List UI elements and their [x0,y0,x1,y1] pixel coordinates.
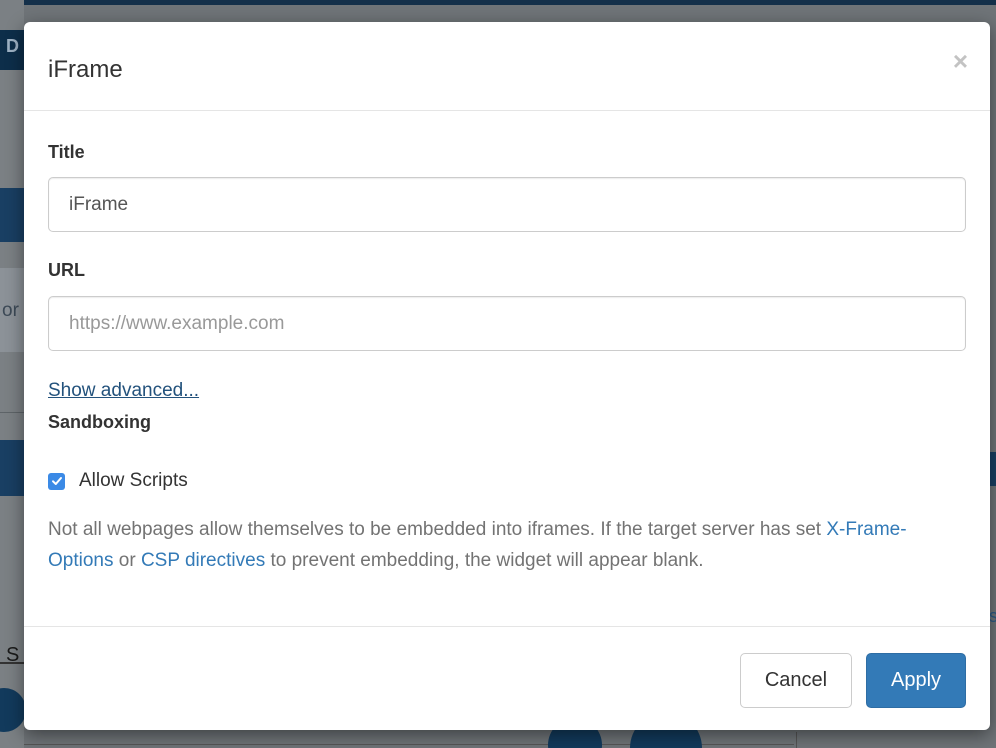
background-fragment-text: or [2,300,19,321]
checkmark-icon [51,477,62,485]
title-input[interactable] [48,177,966,232]
csp-directives-link[interactable]: CSP directives [141,550,265,571]
title-label: Title [48,142,85,162]
close-icon[interactable]: × [953,48,968,74]
background-right-block [990,452,996,486]
background-divider [0,412,24,413]
modal-footer: Cancel Apply [24,626,990,730]
background-right-fragment: s [989,606,996,626]
show-advanced-link[interactable]: Show advanced... [48,380,199,402]
allow-scripts-label: Allow Scripts [79,470,188,491]
cancel-button[interactable]: Cancel [740,653,852,708]
iframe-settings-modal: iFrame × Title URL Show advanced... Sand… [24,22,990,730]
url-input[interactable] [48,296,966,351]
url-label: URL [48,260,85,280]
modal-header: iFrame × [24,22,990,111]
background-blue-panel-2 [0,440,24,496]
embedding-help-text: Not all webpages allow themselves to be … [48,514,968,576]
background-topbar [0,0,996,5]
allow-scripts-checkbox[interactable] [48,472,65,490]
background-right-divider [796,732,797,748]
help-text-part1: Not all webpages allow themselves to be … [48,519,827,540]
modal-title: iFrame [48,56,123,83]
sandboxing-label: Sandboxing [48,412,151,432]
apply-button[interactable]: Apply [866,653,966,708]
background-blue-panel [0,188,24,242]
background-underline [0,662,24,664]
help-text-part2: or [113,550,141,571]
background-header-letter: D [6,36,19,56]
help-text-part3: to prevent embedding, the widget will ap… [265,550,704,571]
background-left-strip [0,0,24,748]
allow-scripts-option[interactable]: Allow Scripts [48,470,188,492]
